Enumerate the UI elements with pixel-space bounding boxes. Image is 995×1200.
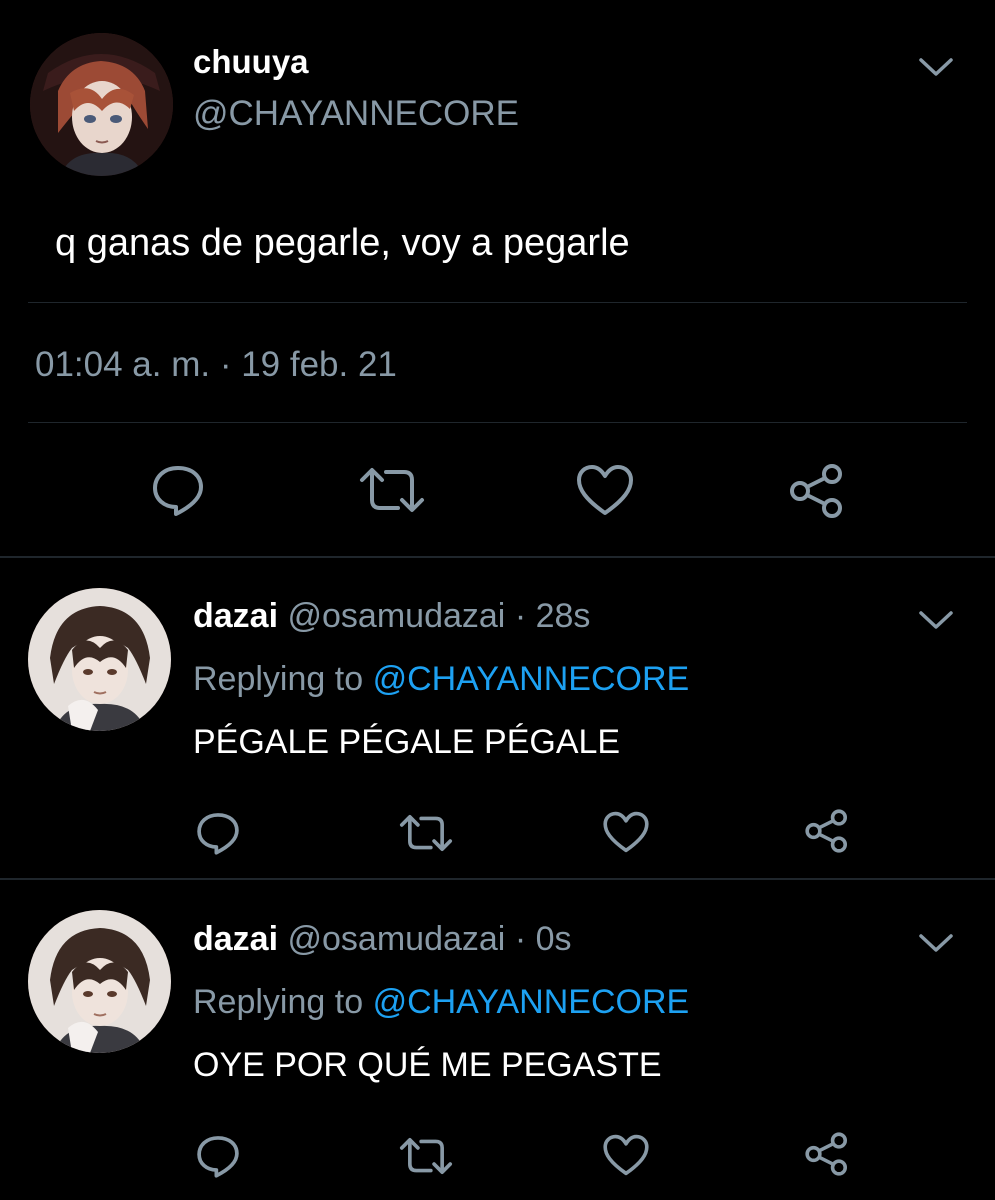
divider <box>28 422 967 423</box>
reply-time[interactable]: · 28s <box>515 597 591 635</box>
reply-icon[interactable] <box>195 1133 241 1179</box>
tweet-text: q ganas de pegarle, voy a pegarle <box>55 222 630 264</box>
reply-header: dazai @osamudazai · 28s <box>193 594 590 638</box>
reply-avatar[interactable] <box>28 910 171 1053</box>
replying-label: Replying to <box>193 660 364 698</box>
reply-author-name[interactable]: dazai <box>193 597 278 635</box>
like-icon[interactable] <box>575 463 635 517</box>
reply-icon[interactable] <box>150 462 206 518</box>
replying-mention[interactable]: @CHAYANNECORE <box>373 983 690 1021</box>
reply-icon[interactable] <box>195 810 241 856</box>
retweet-icon[interactable] <box>398 1135 454 1177</box>
anime-avatar-icon <box>30 33 173 176</box>
chevron-down-icon[interactable] <box>918 931 954 955</box>
replying-label: Replying to <box>193 983 364 1021</box>
replying-to: Replying to @CHAYANNECORE <box>193 980 689 1024</box>
anime-avatar-icon <box>28 910 171 1053</box>
like-icon[interactable] <box>602 1133 650 1177</box>
retweet-icon[interactable] <box>398 812 454 854</box>
share-icon[interactable] <box>804 1131 850 1177</box>
reply-avatar[interactable] <box>28 588 171 731</box>
reply-header: dazai @osamudazai · 0s <box>193 917 572 961</box>
reply-author-handle[interactable]: @osamudazai <box>288 920 506 958</box>
author-handle[interactable]: @CHAYANNECORE <box>193 92 519 136</box>
chevron-down-icon[interactable] <box>918 55 954 79</box>
author-avatar[interactable] <box>30 33 173 176</box>
anime-avatar-icon <box>28 588 171 731</box>
like-icon[interactable] <box>602 810 650 854</box>
tweet-timestamp[interactable]: 01:04 a. m. · 19 feb. 21 <box>35 342 397 388</box>
chevron-down-icon[interactable] <box>918 608 954 632</box>
replying-mention[interactable]: @CHAYANNECORE <box>373 660 690 698</box>
reply-text: OYE POR QUÉ ME PEGASTE <box>193 1046 662 1084</box>
share-icon[interactable] <box>804 808 850 854</box>
reply-text: PÉGALE PÉGALE PÉGALE <box>193 723 621 761</box>
author-name[interactable]: chuuya <box>193 40 309 84</box>
divider <box>0 878 995 880</box>
reply-time[interactable]: · 0s <box>515 920 572 958</box>
divider <box>0 556 995 558</box>
replying-to: Replying to @CHAYANNECORE <box>193 657 689 701</box>
retweet-icon[interactable] <box>358 464 426 516</box>
share-icon[interactable] <box>788 462 846 520</box>
divider <box>28 302 967 303</box>
reply-author-handle[interactable]: @osamudazai <box>288 597 506 635</box>
reply-author-name[interactable]: dazai <box>193 920 278 958</box>
